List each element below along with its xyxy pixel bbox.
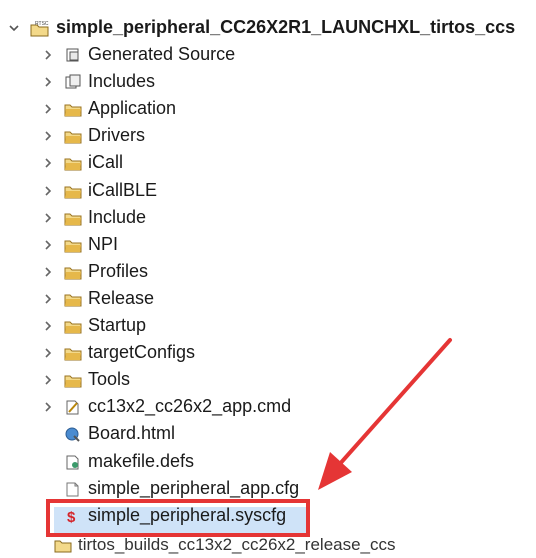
folder-icon xyxy=(64,155,82,171)
defs-file-icon xyxy=(64,454,82,470)
source-folder-icon xyxy=(64,47,82,63)
folder-icon xyxy=(64,345,82,361)
tree-item-targetconfigs[interactable]: targetConfigs xyxy=(40,339,195,366)
tree-item-simple-peripheral-app-cfg[interactable]: simple_peripheral_app.cfg xyxy=(40,475,299,502)
tree-item-includes[interactable]: Includes xyxy=(40,68,155,95)
chevron-right-icon[interactable] xyxy=(40,264,56,280)
chevron-right-icon[interactable] xyxy=(40,345,56,361)
includes-icon xyxy=(64,74,82,90)
tree-item-label: simple_peripheral_app.cfg xyxy=(88,478,300,498)
tree-item-startup[interactable]: Startup xyxy=(40,312,146,339)
chevron-down-icon[interactable] xyxy=(6,20,22,36)
cmd-file-icon xyxy=(64,399,82,415)
chevron-right-icon[interactable] xyxy=(40,183,56,199)
tree-item-label: Startup xyxy=(88,315,147,335)
chevron-right-icon[interactable] xyxy=(40,210,56,226)
tree-item-label: Application xyxy=(88,98,177,118)
tree-item-profiles[interactable]: Profiles xyxy=(40,258,148,285)
cfg-file-icon xyxy=(64,481,82,497)
project-root-label: simple_peripheral_CC26X2R1_LAUNCHXL_tirt… xyxy=(56,17,516,37)
tree-item-npi[interactable]: NPI xyxy=(40,231,118,258)
tree-item-label: Drivers xyxy=(88,125,145,145)
next-project-label: tirtos_builds_cc13x2_cc26x2_release_ccs xyxy=(78,534,396,554)
tree-item-label: makefile.defs xyxy=(88,451,195,471)
annotation-highlight-box xyxy=(46,499,310,537)
tree-item-label: Generated Source xyxy=(88,44,236,64)
chevron-right-icon[interactable] xyxy=(40,318,56,334)
chevron-right-icon[interactable] xyxy=(40,101,56,117)
folder-icon xyxy=(64,101,82,117)
chevron-right-icon[interactable] xyxy=(40,291,56,307)
tree-item-label: targetConfigs xyxy=(88,342,196,362)
svg-text:RTSC: RTSC xyxy=(35,21,49,27)
chevron-right-icon[interactable] xyxy=(40,155,56,171)
folder-icon xyxy=(64,372,82,388)
chevron-right-icon[interactable] xyxy=(40,372,56,388)
tree-item-icall[interactable]: iCall xyxy=(40,149,123,176)
tree-item-tools[interactable]: Tools xyxy=(40,366,130,393)
tree-item-application[interactable]: Application xyxy=(40,95,176,122)
tree-item-label: Release xyxy=(88,288,155,308)
tree-item-cc13x2-cc26x2-app-cmd[interactable]: cc13x2_cc26x2_app.cmd xyxy=(40,393,291,420)
chevron-right-icon[interactable] xyxy=(40,237,56,253)
chevron-right-icon[interactable] xyxy=(40,128,56,144)
tree-item-board-html[interactable]: Board.html xyxy=(40,420,175,447)
tree-item-generated-source[interactable]: Generated Source xyxy=(40,41,235,68)
folder-icon xyxy=(64,264,82,280)
tree-item-label: iCallBLE xyxy=(88,180,158,200)
tree-item-label: Includes xyxy=(88,71,156,91)
tree-item-release[interactable]: Release xyxy=(40,285,154,312)
chevron-right-icon[interactable] xyxy=(40,47,56,63)
folder-icon xyxy=(64,210,82,226)
chevron-right-icon[interactable] xyxy=(40,399,56,415)
tree-item-include[interactable]: Include xyxy=(40,204,146,231)
tree-item-label: Include xyxy=(88,207,147,227)
html-file-icon xyxy=(64,426,82,442)
tree-item-label: NPI xyxy=(88,234,119,254)
tree-item-drivers[interactable]: Drivers xyxy=(40,122,145,149)
folder-icon xyxy=(64,128,82,144)
tree-item-makefile-defs[interactable]: makefile.defs xyxy=(40,448,194,475)
tree-item-label: Board.html xyxy=(88,423,176,443)
tree-item-label: iCall xyxy=(88,152,124,172)
tree-item-icallble[interactable]: iCallBLE xyxy=(40,177,157,204)
folder-icon xyxy=(64,183,82,199)
tree-item-label: cc13x2_cc26x2_app.cmd xyxy=(88,396,292,416)
chevron-right-icon[interactable] xyxy=(40,74,56,90)
folder-icon xyxy=(64,318,82,334)
project-folder-icon xyxy=(54,537,72,553)
project-folder-icon: RTSC xyxy=(30,20,50,36)
tree-item-label: Profiles xyxy=(88,261,149,281)
folder-icon xyxy=(64,291,82,307)
folder-icon xyxy=(64,237,82,253)
project-root-row[interactable]: RTSC simple_peripheral_CC26X2R1_LAUNCHXL… xyxy=(6,14,515,41)
project-explorer-tree: RTSC simple_peripheral_CC26X2R1_LAUNCHXL… xyxy=(0,0,536,558)
tree-item-label: Tools xyxy=(88,369,131,389)
